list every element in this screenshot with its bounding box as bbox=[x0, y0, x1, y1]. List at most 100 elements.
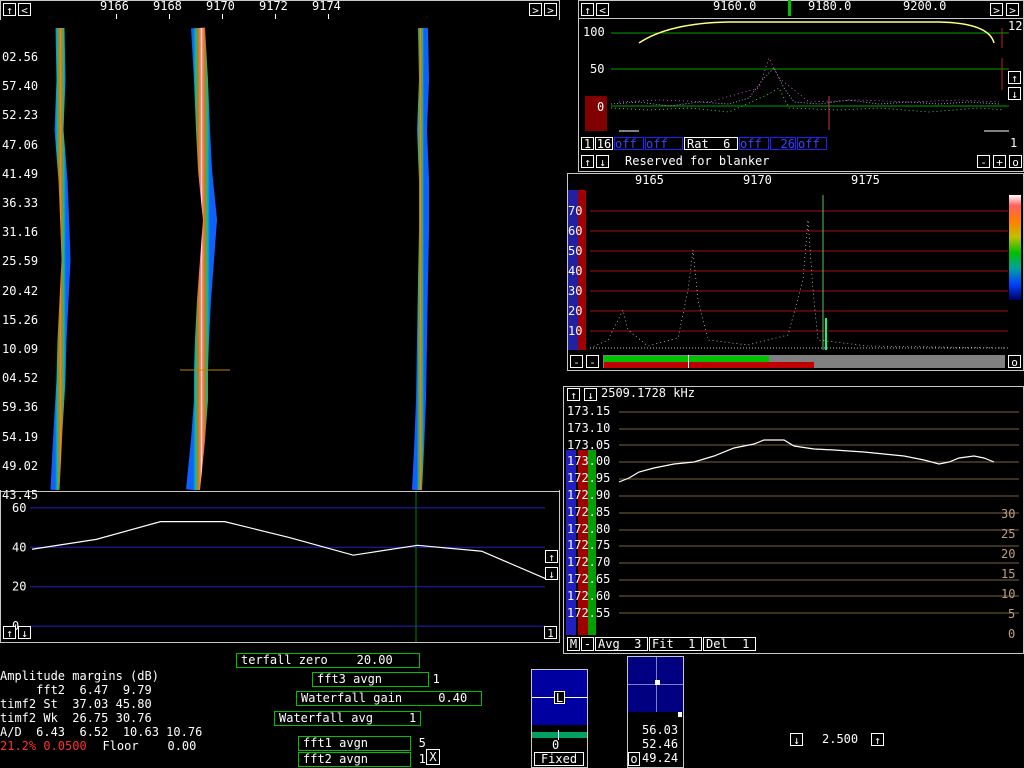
fft2-level-bar-red bbox=[604, 362, 814, 368]
waterfall-avg-field[interactable]: Waterfall avg 1 bbox=[274, 711, 421, 726]
fft2-freq-tick: 9165 bbox=[635, 173, 664, 187]
fft1-right-label-bottom: 1 bbox=[1010, 136, 1018, 150]
coherent-value-3: 49.24 bbox=[642, 751, 679, 765]
amplitude-row-fft2: fft2 6.47 9.79 bbox=[0, 683, 152, 697]
waterfall-freq-tick-mark bbox=[328, 14, 329, 19]
spectrum-scale-up-button[interactable]: ↑ bbox=[3, 626, 16, 640]
freq-graph-y-tick: 172.80 bbox=[567, 521, 611, 536]
fft1-up-button[interactable]: ↑ bbox=[1008, 71, 1021, 85]
blanker-label: Reserved for blanker bbox=[625, 154, 770, 168]
freq-graph-right-tick: 0 bbox=[1008, 627, 1016, 641]
waterfall-freq-tick-mark bbox=[116, 14, 117, 19]
freq-graph-y-ticks: 173.15 173.10 173.05 173.00 172.95 172.90 172.… bbox=[564, 400, 624, 635]
waterfall-time-label: 20.42 bbox=[2, 283, 39, 298]
waterfall-spectrum: 6040200 bbox=[12, 492, 547, 642]
spectrum-zoom-down-button[interactable]: ↓ bbox=[545, 567, 558, 581]
fft1-rat-button[interactable]: Rat 6 bbox=[684, 137, 738, 150]
fft2-minus1-button[interactable]: - bbox=[570, 355, 583, 369]
freq-graph-right-tick: 25 bbox=[1001, 527, 1016, 541]
spectrum-zoom-up-button[interactable]: ↑ bbox=[545, 550, 558, 564]
waterfall-time-label: 04.52 bbox=[2, 371, 39, 386]
blanker-o-button[interactable]: o bbox=[1009, 155, 1022, 169]
fft1-off2-button[interactable]: off bbox=[645, 137, 683, 150]
waterfall-time-label: 49.02 bbox=[2, 458, 39, 473]
blanker-plus-button[interactable]: + bbox=[993, 155, 1006, 169]
freq-graph-y-tick: 172.65 bbox=[567, 572, 611, 586]
waterfall-display bbox=[0, 20, 560, 490]
blanker-up-button[interactable]: ↑ bbox=[581, 155, 594, 169]
fft1-off3-button[interactable]: off bbox=[739, 137, 769, 150]
waterfall-freq-ticks: 9166 9168 9170 9172 9174 bbox=[0, 0, 560, 20]
fft1-btn-16[interactable]: 16 bbox=[595, 137, 613, 150]
freq-graph-y-tick: 172.60 bbox=[567, 588, 611, 603]
coherent-value-1: 56.03 bbox=[642, 723, 679, 737]
fft2-minus2-button[interactable]: - bbox=[586, 355, 599, 369]
fft1-val26-button[interactable]: 26 bbox=[770, 137, 796, 150]
spectrum-scale-down-button[interactable]: ↓ bbox=[18, 626, 31, 640]
freq-graph-y-tick: 172.85 bbox=[567, 504, 611, 519]
freq-graph-del-button[interactable]: Del 1 bbox=[703, 637, 756, 651]
freq-graph-right-tick: 5 bbox=[1008, 607, 1016, 621]
fft1-avgn-field[interactable]: fft1 avgn 5 bbox=[298, 736, 426, 751]
freq-graph-minus-button[interactable]: - bbox=[581, 637, 594, 651]
spectrum-y-tick: 60 bbox=[12, 501, 26, 515]
fft2-y-tick: 20 bbox=[568, 304, 583, 318]
s-meter-bar bbox=[532, 732, 587, 738]
waterfall-freq-tick-mark bbox=[169, 14, 170, 19]
fft2-avgn-field[interactable]: fft2 avgn 1 bbox=[298, 752, 426, 767]
close-button[interactable]: X bbox=[426, 749, 440, 765]
blanker-minus-button[interactable]: - bbox=[977, 155, 990, 169]
waterfall-freq-tick: 9174 bbox=[312, 0, 341, 13]
freq-graph-y-tick: 173.05 bbox=[567, 437, 611, 452]
fft1-btn-1[interactable]: 1 bbox=[581, 137, 594, 150]
s-meter-value: 0 bbox=[552, 738, 560, 752]
bandwidth-up-button[interactable]: ↑ bbox=[871, 733, 884, 747]
waterfall-time-label: 52.23 bbox=[2, 108, 39, 123]
fft2-y-tick: 10 bbox=[568, 324, 583, 338]
fft1-y-ticks: 100 50 0 bbox=[578, 18, 610, 134]
waterfall-time-label: 25.59 bbox=[2, 254, 39, 269]
fft1-off4-button[interactable]: off bbox=[797, 137, 827, 150]
fft2-o-button[interactable]: o bbox=[1008, 355, 1021, 369]
freq-graph-y-tick: 172.75 bbox=[567, 538, 611, 553]
freq-graph-right-tick: 20 bbox=[1001, 547, 1016, 561]
waterfall-time-label: 54.19 bbox=[2, 429, 39, 444]
waterfall-time-label: 02.56 bbox=[2, 50, 39, 64]
fft2-y-tick: 30 bbox=[568, 284, 583, 298]
blanker-down-button[interactable]: ↓ bbox=[596, 155, 609, 169]
freq-graph-right-tick: 30 bbox=[1001, 507, 1016, 521]
freq-graph-y-tick: 173.10 bbox=[567, 420, 611, 435]
freq-graph-y-tick: 172.70 bbox=[567, 555, 611, 570]
fft1-down-button[interactable]: ↓ bbox=[1008, 87, 1021, 101]
freq-graph-y-tick: 172.55 bbox=[567, 605, 611, 620]
fft2-freq-ticks: 9165 9170 9175 bbox=[567, 173, 1024, 191]
fft1-off1-button[interactable]: off bbox=[614, 137, 644, 150]
waterfall-gain-field[interactable]: Waterfall gain 0.40 bbox=[296, 691, 482, 706]
bandwidth-down-button[interactable]: ↓ bbox=[790, 733, 803, 747]
waterfall-freq-tick: 9170 bbox=[206, 0, 235, 13]
fft1-freq-tick: 9180.0 bbox=[808, 0, 852, 13]
freq-graph-avg-button[interactable]: Avg 3 bbox=[595, 637, 648, 651]
waterfall-freq-tick-mark bbox=[275, 14, 276, 19]
freq-graph-fit-button[interactable]: Fit 1 bbox=[649, 637, 702, 651]
spectrum-1-button[interactable]: 1 bbox=[544, 626, 557, 640]
fft2-freq-tick: 9170 bbox=[743, 173, 772, 187]
waterfall-freq-tick-mark bbox=[222, 14, 223, 19]
waterfall-time-label: 15.26 bbox=[2, 312, 39, 327]
waterfall-zero-field[interactable]: terfall zero 20.00 bbox=[236, 653, 420, 668]
status-cpu-red: 21.2% 0.0500 bbox=[0, 739, 87, 753]
mode-fixed-button[interactable]: Fixed bbox=[534, 752, 584, 766]
fft1-right-label-top: 12 bbox=[1008, 19, 1023, 33]
fft1-y-tick: 0 bbox=[597, 100, 605, 114]
fft2-freq-tick: 9175 bbox=[851, 173, 880, 187]
fft3-avgn-field[interactable]: fft3 avgn 1 bbox=[312, 672, 440, 687]
waterfall-freq-tick: 9168 bbox=[153, 0, 182, 13]
waterfall-freq-tick: 9172 bbox=[259, 0, 288, 13]
coherent-value-2: 52.46 bbox=[642, 737, 679, 751]
fft1-y-tick: 100 bbox=[583, 25, 605, 39]
fft1-freq-tick: 9200.0 bbox=[903, 0, 947, 13]
fft2-y-tick: 40 bbox=[568, 264, 583, 278]
freq-graph-m-button[interactable]: M bbox=[567, 637, 580, 651]
freq-graph-y-tick: 172.95 bbox=[567, 471, 611, 486]
coherent-o-button[interactable]: o bbox=[628, 752, 640, 766]
